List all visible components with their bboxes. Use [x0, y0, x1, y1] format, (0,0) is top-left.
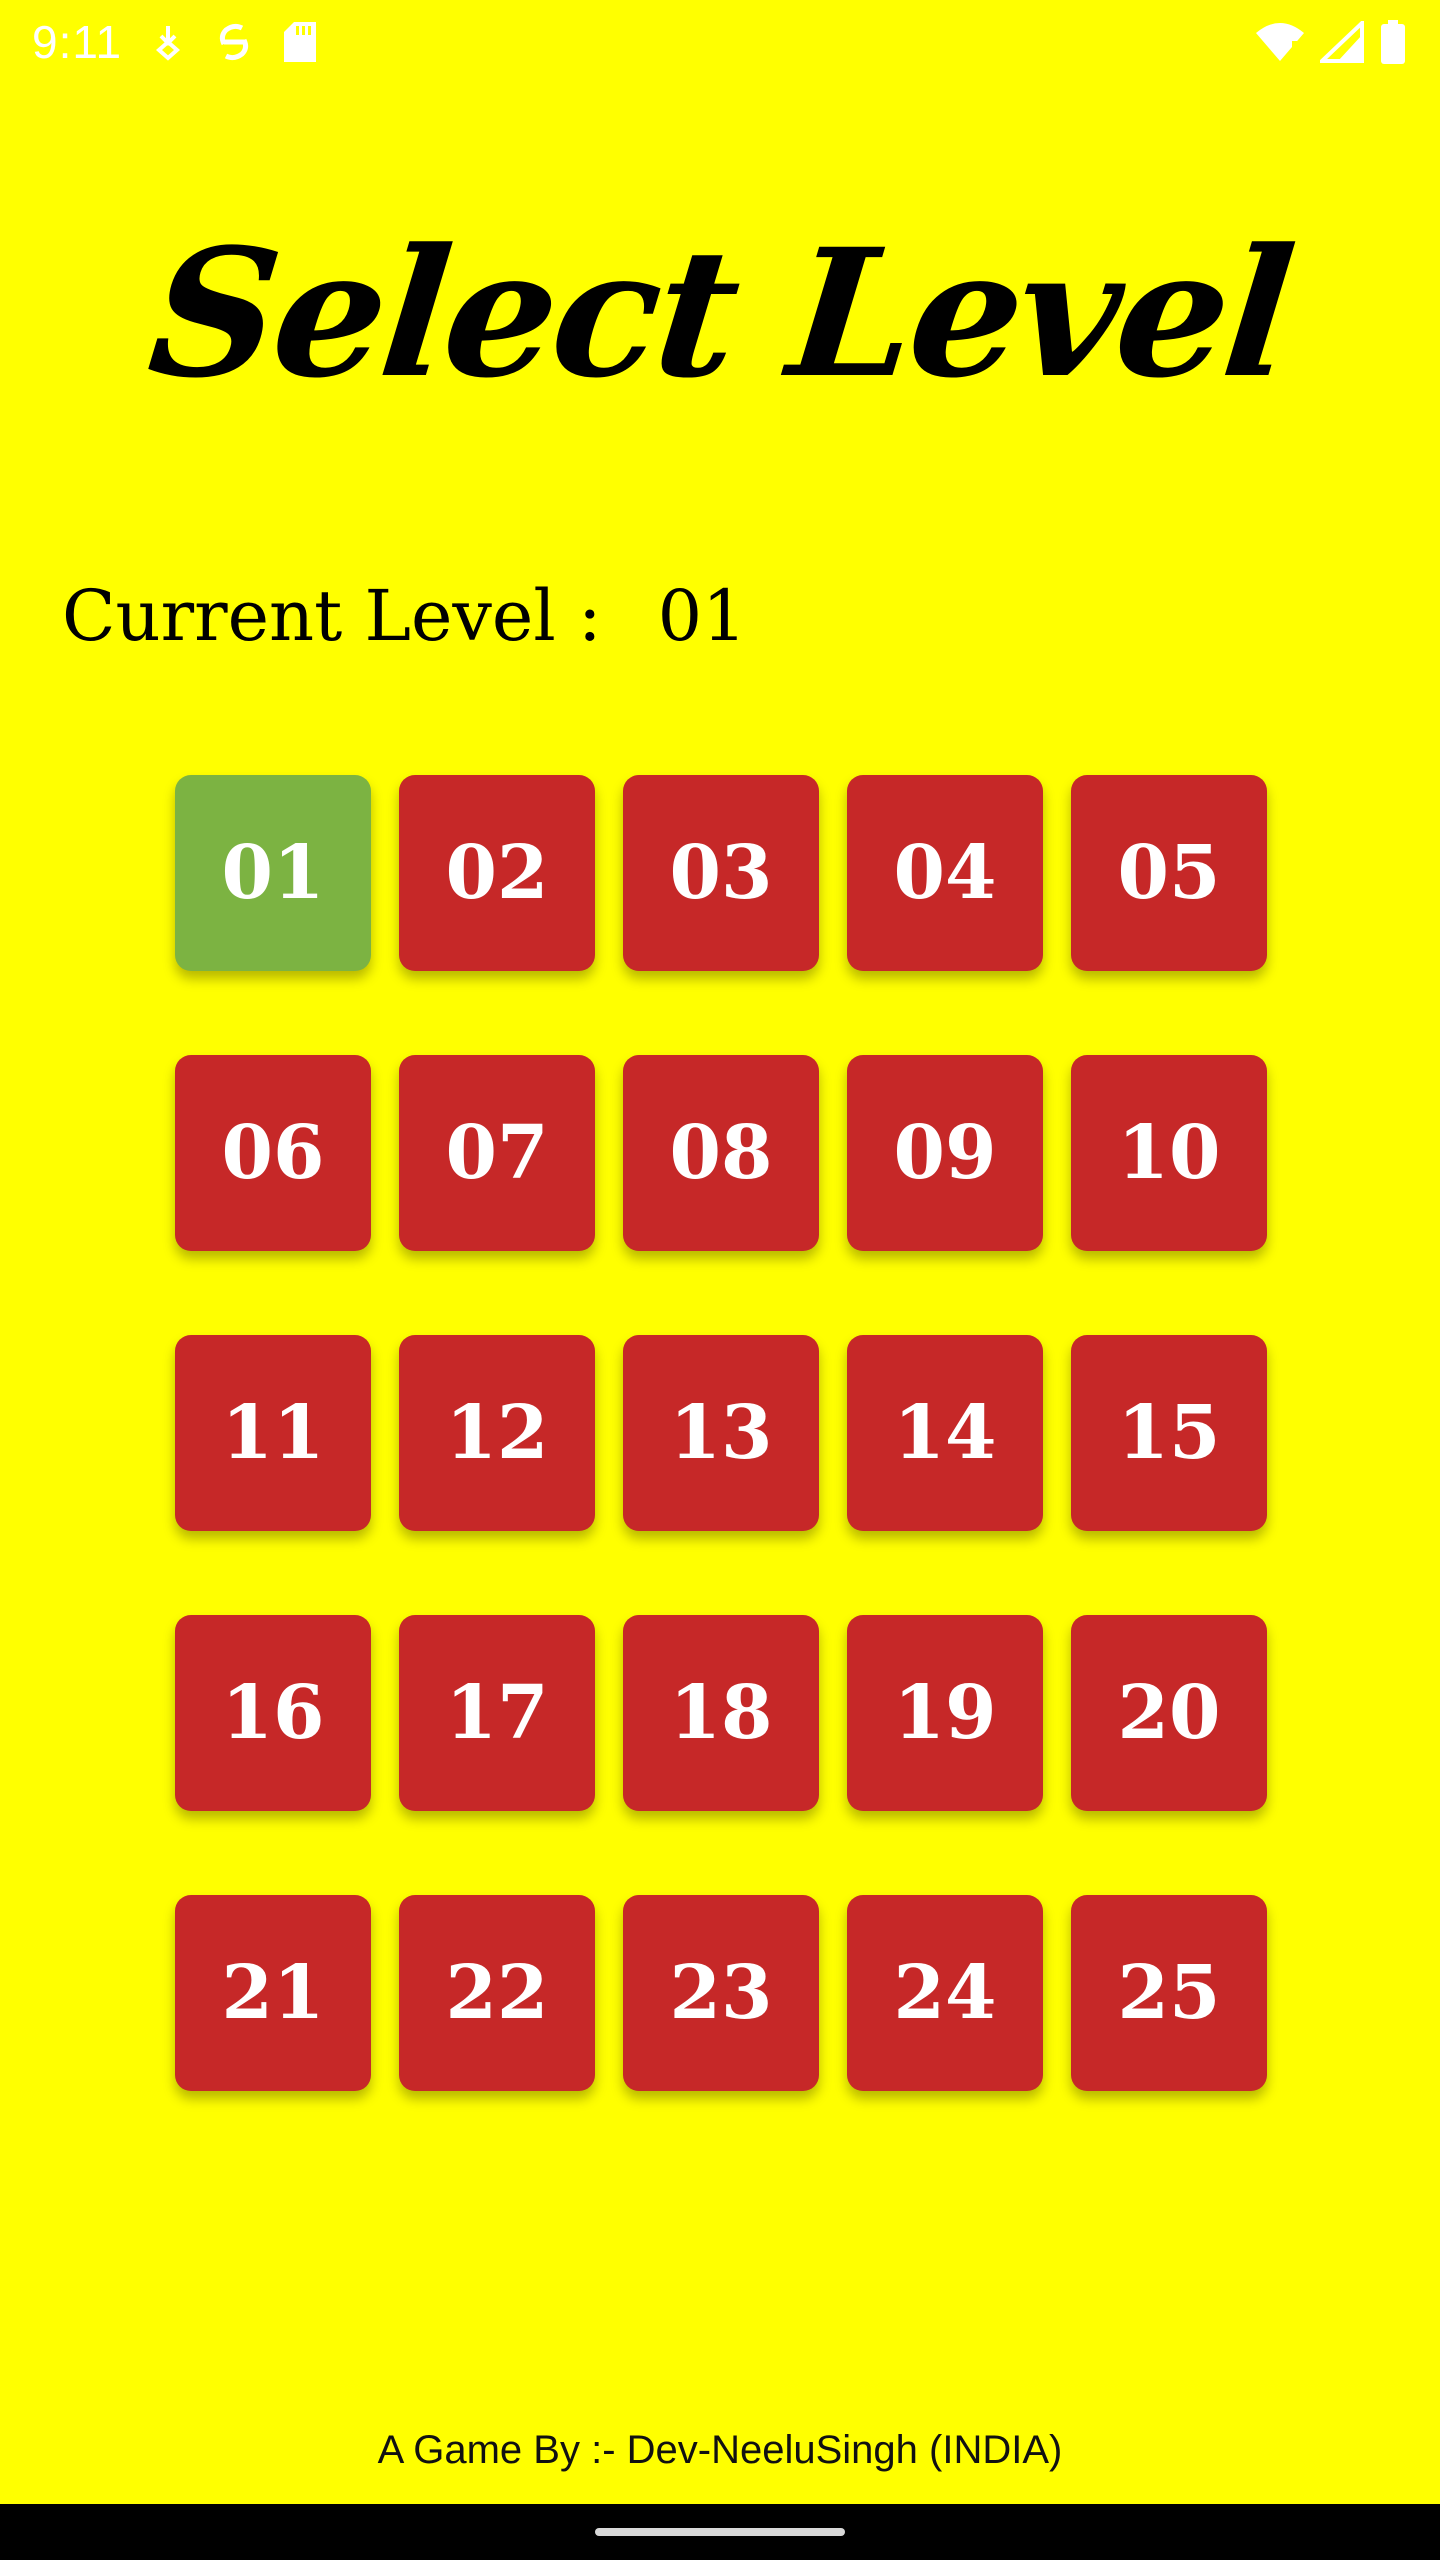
page-title: Select Level [140, 210, 1300, 417]
level-button-04[interactable]: 04 [847, 775, 1043, 971]
level-button-05[interactable]: 05 [1071, 775, 1267, 971]
current-level-value: 01 [657, 575, 747, 657]
level-button-20[interactable]: 20 [1071, 1615, 1267, 1811]
level-button-25[interactable]: 25 [1071, 1895, 1267, 2091]
level-button-02[interactable]: 02 [399, 775, 595, 971]
level-button-21[interactable]: 21 [175, 1895, 371, 2091]
status-time: 9:11 [32, 16, 123, 68]
footer-credit: A Game By :- Dev-NeeluSingh (INDIA) [377, 2428, 1063, 2472]
level-button-24[interactable]: 24 [847, 1895, 1043, 2091]
status-left: 9:11 [32, 15, 320, 69]
level-button-08[interactable]: 08 [623, 1055, 819, 1251]
level-button-15[interactable]: 15 [1071, 1335, 1267, 1531]
level-button-11[interactable]: 11 [175, 1335, 371, 1531]
level-button-14[interactable]: 14 [847, 1335, 1043, 1531]
sync-icon [214, 20, 254, 64]
signal-icon [1320, 20, 1364, 64]
current-level-display: Current Level : 01 [62, 575, 747, 657]
download-icon [148, 20, 188, 64]
level-button-18[interactable]: 18 [623, 1615, 819, 1811]
sd-card-icon [280, 20, 320, 64]
level-button-22[interactable]: 22 [399, 1895, 595, 2091]
level-button-23[interactable]: 23 [623, 1895, 819, 2091]
level-button-01[interactable]: 01 [175, 775, 371, 971]
status-bar: 9:11 [0, 0, 1440, 84]
navigation-bar [0, 2504, 1440, 2560]
level-button-13[interactable]: 13 [623, 1335, 819, 1531]
level-button-12[interactable]: 12 [399, 1335, 595, 1531]
home-indicator[interactable] [595, 2528, 845, 2536]
wifi-icon [1254, 20, 1306, 64]
level-button-09[interactable]: 09 [847, 1055, 1043, 1251]
level-button-19[interactable]: 19 [847, 1615, 1043, 1811]
level-grid: 01 02 03 04 05 06 07 08 09 10 11 12 13 14 15 16 17 18 19 20… [175, 775, 1267, 2105]
battery-icon [1378, 20, 1408, 64]
status-right [1254, 20, 1408, 64]
level-button-07[interactable]: 07 [399, 1055, 595, 1251]
level-button-06[interactable]: 06 [175, 1055, 371, 1251]
current-level-label: Current Level : [62, 575, 602, 657]
level-button-16[interactable]: 16 [175, 1615, 371, 1811]
level-button-10[interactable]: 10 [1071, 1055, 1267, 1251]
level-button-17[interactable]: 17 [399, 1615, 595, 1811]
level-button-03[interactable]: 03 [623, 775, 819, 971]
